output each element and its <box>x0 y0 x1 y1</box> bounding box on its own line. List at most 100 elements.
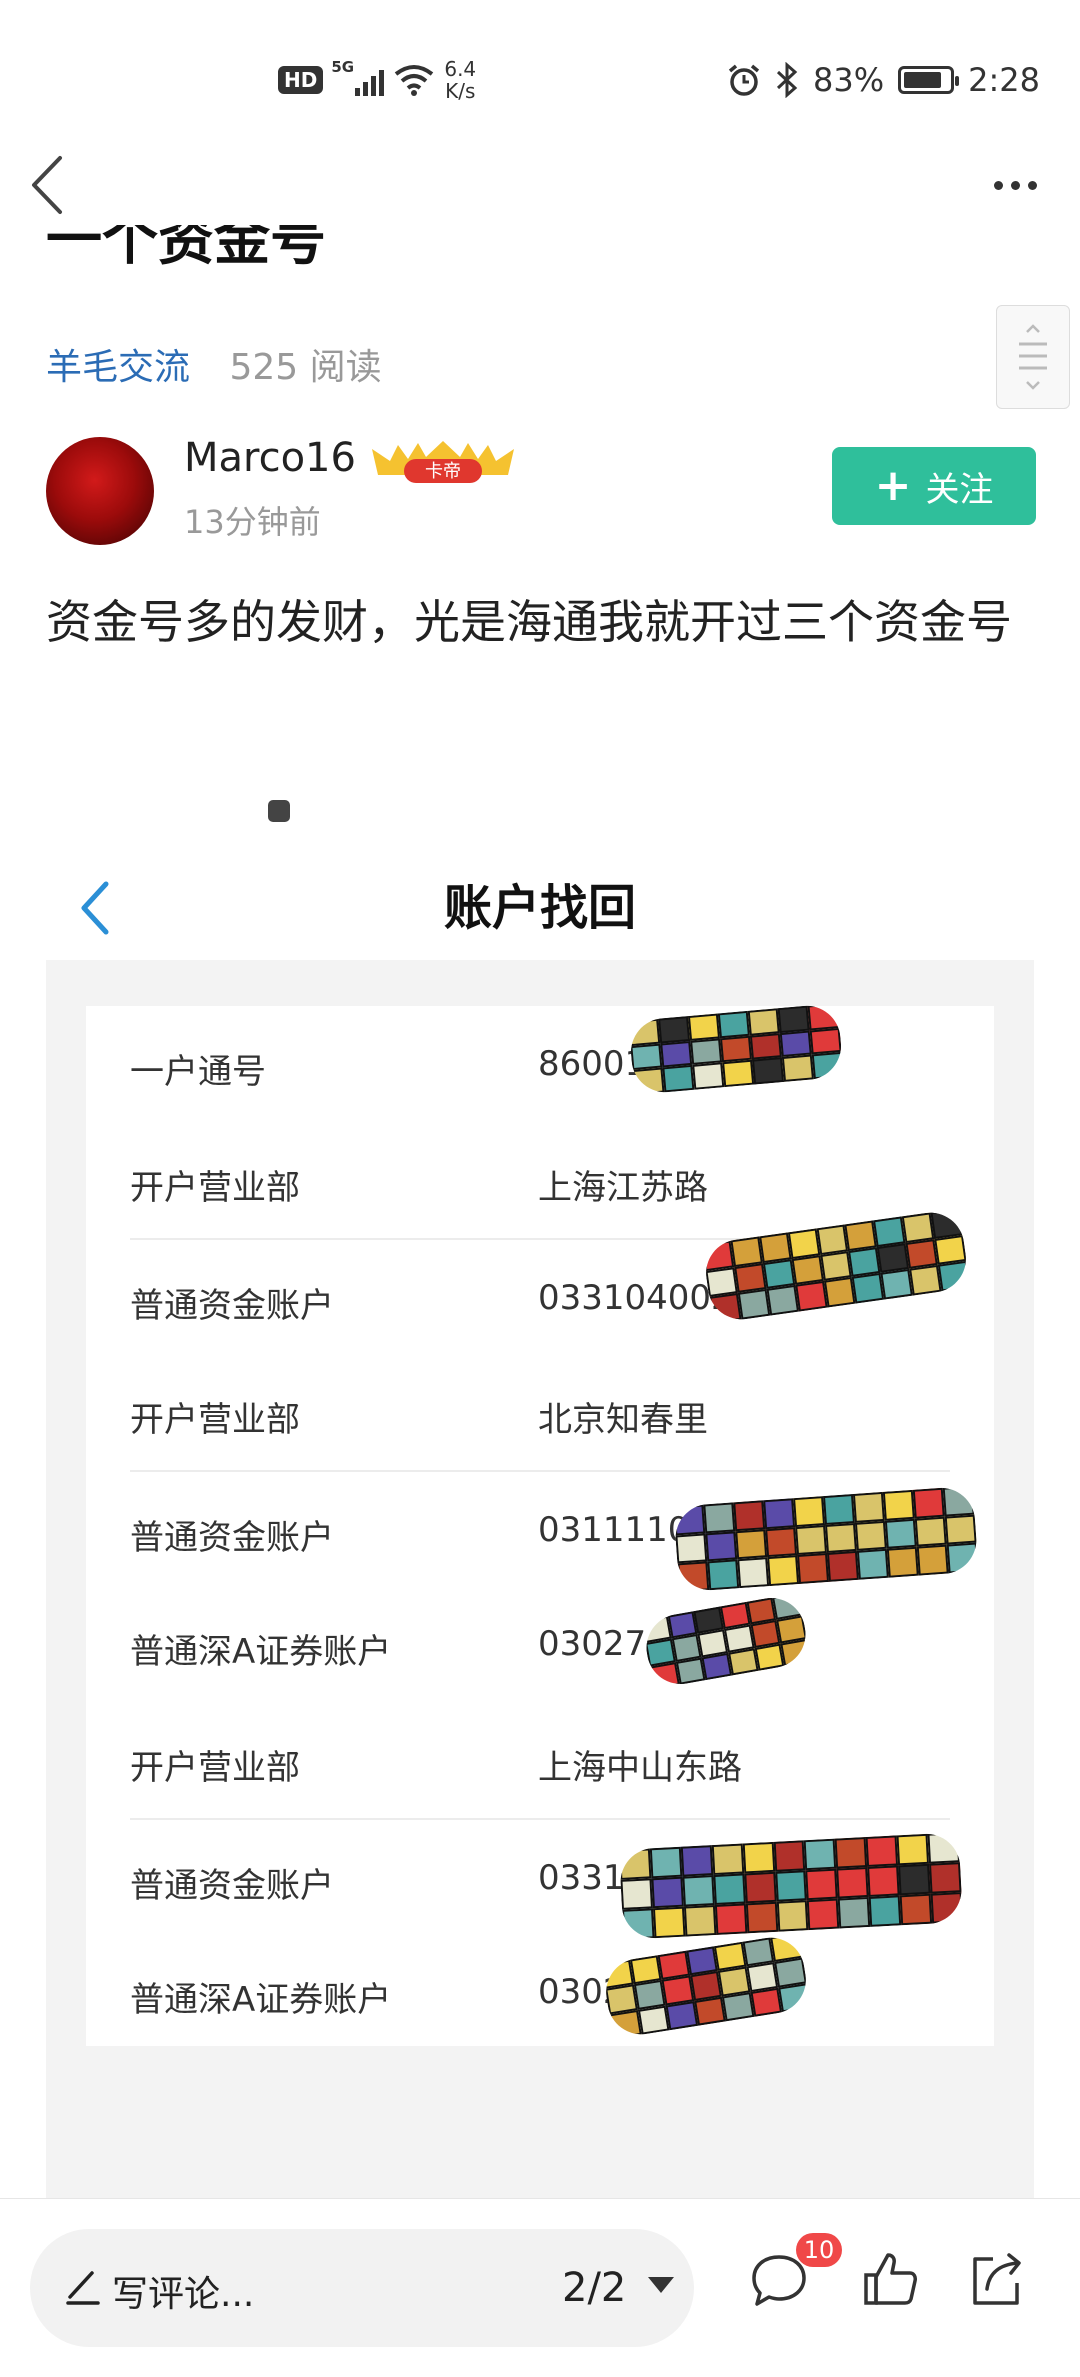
mosaic-tile <box>750 1987 783 2017</box>
comment-input[interactable]: 写评论... 2/2 <box>30 2229 694 2347</box>
mosaic-tile <box>713 1873 746 1906</box>
account-row: 普通深A证券账户 030274 <box>130 1624 668 1672</box>
mosaic-tile <box>680 1845 714 1877</box>
read-count: 525 阅读 <box>229 347 382 388</box>
mosaic-tile <box>914 1516 947 1548</box>
chevron-down-icon[interactable] <box>648 2277 674 2293</box>
mosaic-tile <box>834 1837 868 1869</box>
mosaic-tile <box>934 1234 967 1266</box>
mosaic-tile <box>899 1893 933 1926</box>
scroll-handle-icon <box>1019 324 1047 390</box>
battery-level <box>904 72 942 88</box>
mosaic-tile <box>880 1269 914 1300</box>
mosaic-tile <box>620 1878 653 1910</box>
mosaic-tile <box>781 1054 814 1082</box>
mosaic-tile <box>733 1500 766 1531</box>
svg-text:卡帝: 卡帝 <box>425 461 461 482</box>
mosaic-tile <box>856 1549 889 1580</box>
network-speed: 6.4 K/s <box>444 57 477 103</box>
thumbs-up-icon[interactable] <box>860 2249 922 2311</box>
vip-badge: 卡帝 <box>372 441 514 483</box>
mosaic-tile <box>758 1232 792 1263</box>
mosaic-tile <box>905 1238 938 1270</box>
scroll-handle[interactable] <box>996 305 1070 409</box>
mosaic-tile <box>690 1038 723 1066</box>
share-icon[interactable] <box>965 2249 1027 2311</box>
article-title: 一个资金号 <box>46 225 326 273</box>
back-button[interactable] <box>22 150 92 220</box>
post-text: 资金号多的发财，光是海通我就开过三个资金号 <box>46 595 1012 649</box>
back-icon <box>32 156 62 214</box>
mosaic-tile <box>826 1551 859 1582</box>
hd-indicator: HD <box>278 66 324 94</box>
bluetooth-icon <box>776 62 798 98</box>
mosaic-tile <box>705 1530 738 1562</box>
mosaic-tile <box>873 1216 906 1247</box>
mosaic-tile <box>909 1265 942 1296</box>
mosaic-tile <box>703 1502 736 1534</box>
mosaic-tile <box>658 1016 691 1044</box>
mosaic-tile <box>763 1498 796 1529</box>
mosaic-tile <box>707 1559 740 1591</box>
mosaic-tile <box>719 1035 753 1063</box>
author-name[interactable]: Marco16 <box>184 435 356 481</box>
status-right: 83% 2:28 <box>727 50 1040 110</box>
mosaic-tile <box>675 1533 708 1564</box>
mosaic-tile <box>752 1057 785 1085</box>
embedded-image[interactable]: 账户找回 一户通号 86001 开户营业部 上海江苏路 普通资金账户 03310… <box>46 840 1034 2200</box>
mosaic-tile <box>717 1010 750 1039</box>
mosaic-tile <box>929 1862 962 1894</box>
mosaic-tile <box>942 1485 975 1517</box>
mosaic-tile <box>714 1903 748 1935</box>
mosaic-tile <box>886 1547 919 1578</box>
mosaic-tile <box>683 1905 717 1937</box>
status-bar: HD 5G 6.4 K/s 83% 2:28 <box>0 0 1080 150</box>
mosaic-tile <box>787 1228 820 1259</box>
mosaic-tile <box>877 1242 910 1274</box>
mosaic-tile <box>734 1262 767 1294</box>
mosaic-tile <box>848 1246 881 1278</box>
avatar[interactable] <box>46 437 154 545</box>
mosaic-tile <box>687 1013 720 1041</box>
mosaic-tile <box>779 1030 812 1058</box>
mosaic-tile <box>728 1647 759 1676</box>
mosaic-tile <box>737 1557 770 1589</box>
mosaic-tile <box>793 1496 825 1527</box>
mosaic-tile <box>652 1906 686 1939</box>
follow-button[interactable]: + 关注 <box>832 447 1036 525</box>
category-link[interactable]: 羊毛交流 <box>46 347 190 388</box>
author-row: Marco16 卡帝 13分钟前 + 关注 <box>46 435 1036 550</box>
mosaic-tile <box>651 1876 684 1909</box>
mosaic-tile <box>797 1553 829 1584</box>
mosaic-tile <box>912 1487 945 1519</box>
mosaic-tile <box>794 1281 828 1312</box>
mosaic-tile <box>867 1865 900 1897</box>
account-row: 开户营业部 北京知春里 <box>130 1400 708 1440</box>
post-time: 13分钟前 <box>184 503 321 541</box>
mosaic-tile <box>722 1059 755 1088</box>
pen-icon <box>66 2271 100 2305</box>
comment-placeholder: 写评论... <box>112 2274 255 2315</box>
mosaic-tile <box>844 1220 878 1251</box>
image-marker-icon <box>268 800 290 822</box>
account-row: 开户营业部 上海中山东路 <box>130 1748 742 1788</box>
mosaic-tile <box>722 1991 755 2022</box>
mosaic-tile <box>805 1868 839 1901</box>
more-button[interactable] <box>980 160 1050 210</box>
mosaic-tile <box>649 1846 683 1879</box>
mosaic-tile <box>896 1833 930 1866</box>
page-indicator[interactable]: 2/2 <box>562 2265 626 2311</box>
bottom-bar: 写评论... 2/2 10 <box>0 2198 1080 2377</box>
mosaic-tile <box>767 1555 800 1587</box>
mosaic-tile <box>937 1261 971 1292</box>
mosaic-tile <box>838 1896 871 1929</box>
mosaic-tile <box>637 2005 670 2035</box>
mosaic-tile <box>774 1870 808 1902</box>
mosaic-tile <box>804 1838 837 1871</box>
mosaic-tile <box>898 1863 931 1896</box>
mosaic-tile <box>819 1250 853 1282</box>
mosaic-tile <box>743 1871 777 1904</box>
mosaic-tile <box>807 1898 840 1931</box>
mosaic-tile <box>745 1901 778 1934</box>
mosaic-tile <box>742 1841 775 1874</box>
